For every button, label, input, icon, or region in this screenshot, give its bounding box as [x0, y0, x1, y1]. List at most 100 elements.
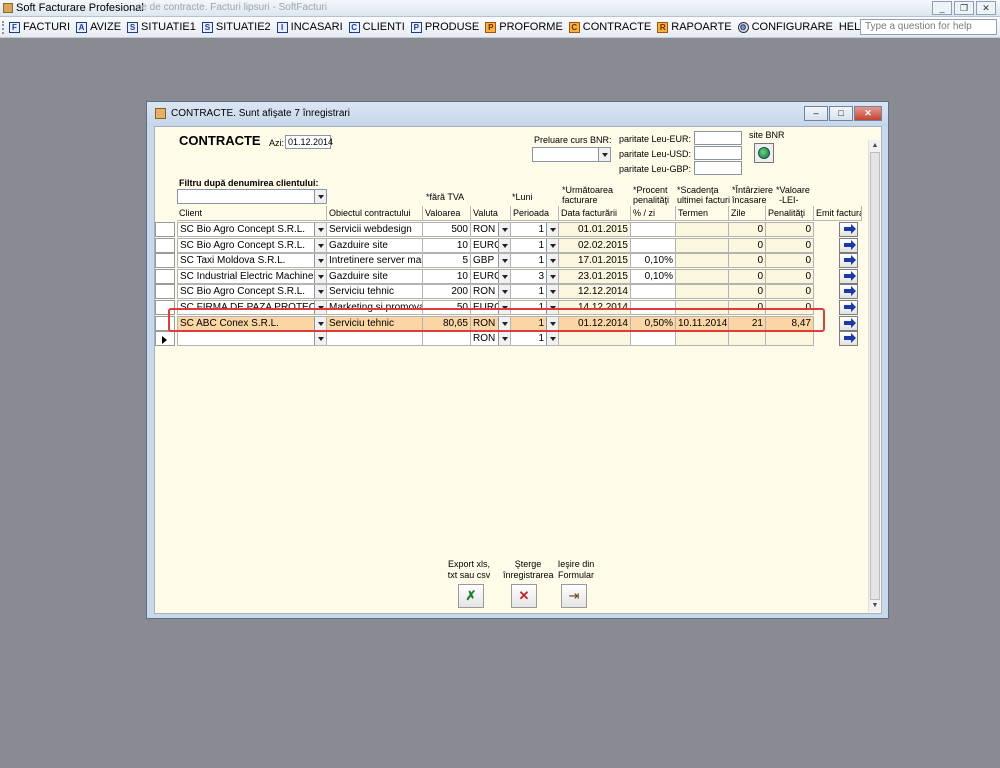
- menu-item-rapoarte[interactable]: R RAPOARTE: [657, 21, 732, 33]
- table-row[interactable]: SC Bio Agro Concept S.R.L. Gazduire site 1…: [155, 238, 870, 254]
- cell-termen[interactable]: [676, 238, 729, 253]
- cell-zile[interactable]: 0: [729, 238, 766, 253]
- menu-item-configurare[interactable]: ⚙ CONFIGURARE: [737, 21, 833, 33]
- column-header[interactable]: Client: [177, 206, 327, 221]
- help-search-input[interactable]: Type a question for help: [860, 19, 997, 35]
- cell-procent[interactable]: [631, 222, 676, 237]
- close-icon[interactable]: ✕: [976, 1, 996, 15]
- chevron-down-icon[interactable]: [314, 223, 326, 236]
- emit-factura-button[interactable]: [839, 300, 858, 315]
- paritate-usd-field[interactable]: [694, 146, 742, 160]
- cell-termen[interactable]: [676, 269, 729, 284]
- chevron-down-icon[interactable]: [314, 190, 326, 203]
- cell-client[interactable]: SC Industrial Electric Machines S: [177, 269, 327, 284]
- chevron-down-icon[interactable]: [598, 148, 610, 161]
- row-selector[interactable]: [155, 222, 175, 237]
- cell-valoare[interactable]: 5: [423, 253, 471, 268]
- scroll-up-icon[interactable]: ▲: [869, 140, 881, 152]
- cell-valoare[interactable]: 500: [423, 222, 471, 237]
- cell-zile[interactable]: 0: [729, 253, 766, 268]
- cell-valuta[interactable]: EURO: [471, 269, 511, 284]
- table-row[interactable]: SC Bio Agro Concept S.R.L. Serviciu tehni…: [155, 284, 870, 300]
- chevron-down-icon[interactable]: [546, 270, 558, 283]
- menu-item-situatie2[interactable]: S SITUATIE2: [201, 21, 271, 33]
- cell-valoare[interactable]: 10: [423, 269, 471, 284]
- cell-data[interactable]: 23.01.2015: [559, 269, 631, 284]
- cell-termen[interactable]: [676, 284, 729, 299]
- cell-obiect[interactable]: Intretinere server mail: [327, 253, 423, 268]
- exit-form-button[interactable]: ⇥: [561, 584, 587, 608]
- cell-procent[interactable]: [631, 284, 676, 299]
- cell-penalitati[interactable]: 0: [766, 269, 814, 284]
- chevron-down-icon[interactable]: [498, 270, 510, 283]
- menu-item-situatie1[interactable]: S SITUATIE1: [127, 21, 196, 33]
- cell-perioada[interactable]: 1: [511, 331, 559, 346]
- cell-data[interactable]: [559, 331, 631, 346]
- cell-zile[interactable]: [729, 331, 766, 346]
- paritate-gbp-field[interactable]: [694, 161, 742, 175]
- emit-factura-button[interactable]: [839, 238, 858, 253]
- cell-valoare[interactable]: [423, 331, 471, 346]
- column-header[interactable]: Termen: [676, 206, 729, 221]
- filtru-client-combo[interactable]: [177, 189, 327, 204]
- table-row[interactable]: SC Industrial Electric Machines S Gazduir…: [155, 269, 870, 285]
- cell-obiect[interactable]: Gazduire site: [327, 269, 423, 284]
- column-header[interactable]: Valuta: [471, 206, 511, 221]
- menu-item-produse[interactable]: P PRODUSE: [410, 21, 479, 33]
- cell-client[interactable]: SC Bio Agro Concept S.R.L.: [177, 284, 327, 299]
- column-header[interactable]: Zile: [729, 206, 766, 221]
- cell-procent[interactable]: 0,10%: [631, 269, 676, 284]
- chevron-down-icon[interactable]: [314, 270, 326, 283]
- cell-client[interactable]: [177, 331, 327, 346]
- emit-factura-button[interactable]: [839, 253, 858, 268]
- chevron-down-icon[interactable]: [546, 332, 558, 345]
- chevron-down-icon[interactable]: [546, 223, 558, 236]
- cell-valoare[interactable]: 10: [423, 238, 471, 253]
- chevron-down-icon[interactable]: [498, 239, 510, 252]
- emit-factura-button[interactable]: [839, 269, 858, 284]
- cell-perioada[interactable]: 1: [511, 253, 559, 268]
- cell-penalitati[interactable]: [766, 331, 814, 346]
- cell-perioada[interactable]: 1: [511, 284, 559, 299]
- scroll-down-icon[interactable]: ▼: [869, 600, 881, 612]
- cell-procent[interactable]: [631, 331, 676, 346]
- delete-record-button[interactable]: ✕: [511, 584, 537, 608]
- cell-valuta[interactable]: GBP: [471, 253, 511, 268]
- paritate-eur-field[interactable]: [694, 131, 742, 145]
- minimize-icon[interactable]: _: [932, 1, 952, 15]
- cell-perioada[interactable]: 1: [511, 222, 559, 237]
- cell-data[interactable]: 17.01.2015: [559, 253, 631, 268]
- chevron-down-icon[interactable]: [498, 223, 510, 236]
- menu-item-proforme[interactable]: P PROFORME: [485, 21, 563, 33]
- cell-valuta[interactable]: RON: [471, 222, 511, 237]
- chevron-down-icon[interactable]: [546, 285, 558, 298]
- column-header[interactable]: Penalităţi: [766, 206, 814, 221]
- cell-perioada[interactable]: 3: [511, 269, 559, 284]
- cell-procent[interactable]: [631, 238, 676, 253]
- emit-factura-button[interactable]: [839, 316, 858, 331]
- cell-penalitati[interactable]: 0: [766, 253, 814, 268]
- cell-zile[interactable]: 0: [729, 222, 766, 237]
- menu-item-clienti[interactable]: C CLIENTI: [348, 21, 405, 33]
- emit-factura-button[interactable]: [839, 284, 858, 299]
- cell-procent[interactable]: 0,10%: [631, 253, 676, 268]
- table-row[interactable]: SC Taxi Moldova S.R.L. Intretinere server…: [155, 253, 870, 269]
- menu-item-facturi[interactable]: F FACTURI: [9, 21, 70, 33]
- cell-obiect[interactable]: Gazduire site: [327, 238, 423, 253]
- column-header[interactable]: Emit factura: [814, 206, 862, 221]
- cell-zile[interactable]: 0: [729, 284, 766, 299]
- chevron-down-icon[interactable]: [498, 254, 510, 267]
- cell-data[interactable]: 01.01.2015: [559, 222, 631, 237]
- cell-termen[interactable]: [676, 222, 729, 237]
- emit-factura-button[interactable]: [839, 331, 858, 346]
- dialog-restore-icon[interactable]: □: [829, 106, 853, 121]
- chevron-down-icon[interactable]: [498, 332, 510, 345]
- chevron-down-icon[interactable]: [314, 285, 326, 298]
- chevron-down-icon[interactable]: [314, 254, 326, 267]
- menu-item-contracte[interactable]: C CONTRACTE: [568, 21, 651, 33]
- dialog-minimize-icon[interactable]: –: [804, 106, 828, 121]
- chevron-down-icon[interactable]: [314, 239, 326, 252]
- column-header[interactable]: Valoarea: [423, 206, 471, 221]
- cell-obiect[interactable]: [327, 331, 423, 346]
- cell-perioada[interactable]: 1: [511, 238, 559, 253]
